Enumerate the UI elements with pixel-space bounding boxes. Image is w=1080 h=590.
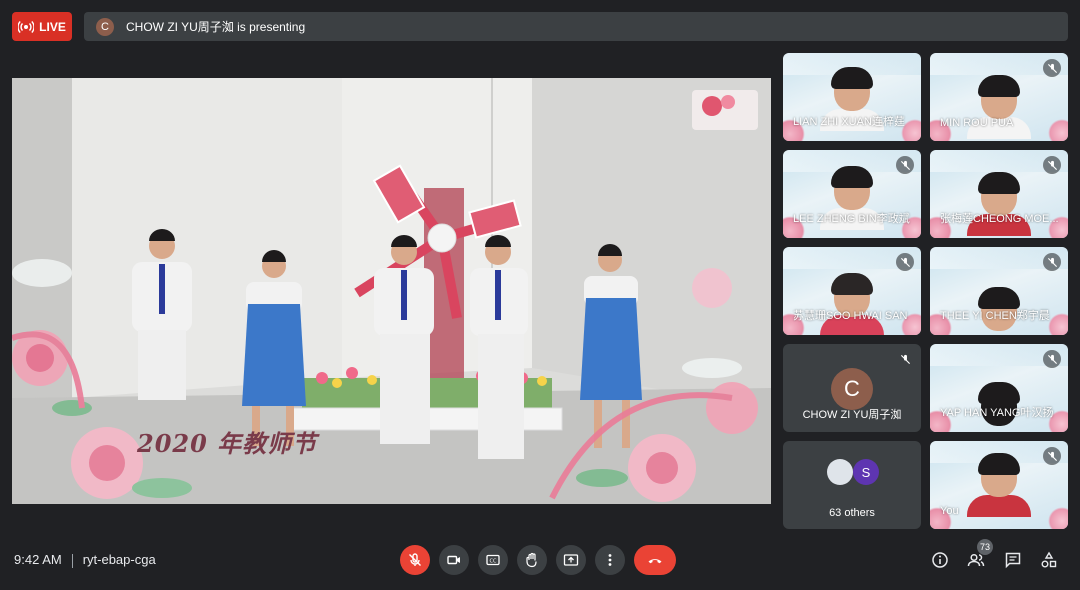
participant-video <box>820 273 884 335</box>
student-4 <box>470 235 528 459</box>
chat-icon <box>1005 552 1021 569</box>
mic-off-icon <box>1043 447 1061 465</box>
participant-tile[interactable]: 苏慧珊SOO HWAI SAN <box>783 247 921 335</box>
participant-name: 张梅莲CHEONG MOE... <box>940 213 1059 225</box>
info-icon <box>932 552 948 568</box>
hand-icon <box>526 552 537 568</box>
participant-name: LEE ZHENG BIN李政斌 <box>793 213 910 225</box>
participant-tile[interactable]: LEE ZHENG BIN李政斌 <box>783 150 921 238</box>
participant-video <box>967 172 1031 236</box>
participant-name: 苏慧珊SOO HWAI SAN <box>793 310 908 322</box>
shapes-icon <box>1041 551 1057 568</box>
participant-thumbnail <box>827 459 853 485</box>
hang-up-icon <box>648 559 662 564</box>
activities-button[interactable] <box>1039 550 1059 570</box>
captions-button[interactable]: CC <box>478 545 508 575</box>
mic-off-icon <box>896 156 914 174</box>
mic-off-icon <box>1043 253 1061 271</box>
others-label: 63 others <box>829 507 875 519</box>
camera-toggle-button[interactable] <box>439 545 469 575</box>
presenting-banner: C CHOW ZI YU周子洳 is presenting <box>84 12 1068 41</box>
mic-toggle-button[interactable] <box>400 545 430 575</box>
flower-decoration <box>1048 119 1068 141</box>
participant-name: THEE YI CHEN郑宇晨 <box>940 310 1050 322</box>
participant-name: YAP HAN YANG叶汉扬 <box>940 407 1054 419</box>
meeting-code: ryt-ebap-cga <box>82 552 156 567</box>
mic-off-icon <box>1043 59 1061 77</box>
mic-off-icon <box>1043 156 1061 174</box>
leave-call-button[interactable] <box>634 545 676 575</box>
live-label: LIVE <box>39 19 66 34</box>
participant-tile[interactable]: THEE YI CHEN郑宇晨 <box>930 247 1068 335</box>
broadcast-icon <box>18 20 35 33</box>
present-screen-button[interactable] <box>556 545 586 575</box>
meeting-details-button[interactable] <box>930 550 950 570</box>
participant-video <box>967 75 1031 139</box>
flower-decoration <box>1048 507 1068 529</box>
self-tile[interactable]: You <box>930 441 1068 529</box>
participant-tile[interactable]: MIN ROU PUA <box>930 53 1068 141</box>
slide-caption: 2020 年教师节 <box>137 429 318 458</box>
others-tile[interactable]: S 63 others <box>783 441 921 529</box>
participant-name: LIAN ZHI XUAN连梓莛 <box>793 116 905 128</box>
participant-name: You <box>940 505 959 517</box>
presenting-text: CHOW ZI YU周子洳 is presenting <box>126 20 306 34</box>
participant-tile[interactable]: YAP HAN YANG叶汉扬 <box>930 344 1068 432</box>
participant-name: CHOW ZI YU周子洳 <box>802 409 902 421</box>
mic-off-icon <box>896 253 914 271</box>
live-badge[interactable]: LIVE <box>12 12 72 41</box>
captions-icon: CC <box>486 554 500 566</box>
participant-video <box>967 453 1031 517</box>
presentation-image <box>12 78 771 504</box>
meeting-info: 9:42 AM ryt-ebap-cga <box>14 552 156 568</box>
clock-time: 9:42 AM <box>14 552 62 567</box>
divider <box>71 553 73 568</box>
participant-tile[interactable]: 张梅莲CHEONG MOE... <box>930 150 1068 238</box>
participant-tile[interactable]: LIAN ZHI XUAN连梓莛 <box>783 53 921 141</box>
raise-hand-button[interactable] <box>517 545 547 575</box>
camera-icon <box>447 555 460 565</box>
more-vert-icon <box>608 554 612 566</box>
presenter-avatar: C <box>96 17 114 36</box>
svg-text:CC: CC <box>490 559 497 565</box>
chat-button[interactable] <box>1003 550 1023 570</box>
mic-off-icon <box>896 350 914 368</box>
more-options-button[interactable] <box>595 545 625 575</box>
flower-decoration <box>1048 313 1068 335</box>
people-count-badge: 73 <box>977 539 993 555</box>
participant-tile[interactable]: C CHOW ZI YU周子洳 <box>783 344 921 432</box>
participant-avatar: S <box>853 459 879 485</box>
presentation-screen: 2020 年教师节 <box>12 78 771 504</box>
mic-off-icon <box>409 553 421 566</box>
participant-name: MIN ROU PUA <box>940 117 1014 129</box>
mic-off-icon <box>1043 350 1061 368</box>
present-icon <box>563 554 579 566</box>
participant-avatar: C <box>831 368 873 410</box>
